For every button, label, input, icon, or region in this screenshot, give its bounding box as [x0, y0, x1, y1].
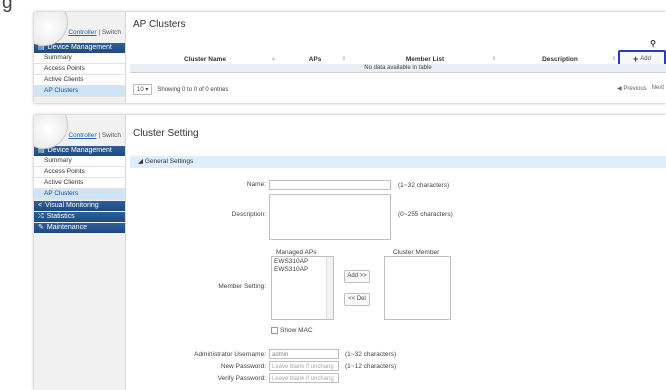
description-textarea[interactable]: [269, 194, 391, 240]
mode-separator: |: [98, 29, 101, 36]
col-aps[interactable]: APs ⇕: [280, 55, 350, 64]
managed-ap-item[interactable]: EWS310AP: [274, 266, 331, 274]
previous-page-link[interactable]: ◀ Previous: [617, 85, 647, 92]
page-title: AP Clusters: [133, 19, 186, 30]
controller-link[interactable]: Controller: [68, 132, 96, 139]
controller-link[interactable]: Controller: [68, 29, 96, 36]
ap-clusters-screenshot: Controller | Switch ▤ Device Management …: [34, 12, 666, 103]
col-label: APs: [308, 56, 322, 63]
sidebar-item-ap-clusters[interactable]: AP Clusters: [34, 189, 125, 200]
admin-username-label: Administrator Username:: [194, 351, 266, 358]
shuffle-icon: ⤮: [38, 213, 44, 220]
table-header: Cluster Name ▲ APs ⇕ Member List ⇕ Descript…: [130, 55, 666, 64]
section-label: Device Management: [47, 147, 112, 154]
mode-switch: Controller | Switch: [68, 132, 121, 139]
pagination-nav: ◀ Previous Next: [617, 85, 664, 92]
page-size-select[interactable]: 10 ▾: [133, 84, 153, 95]
new-password-label: New Password:: [220, 363, 266, 370]
sidebar-item-summary[interactable]: Summary: [34, 156, 125, 167]
empty-table-message: No data available in table: [130, 64, 666, 73]
managed-aps-list[interactable]: EWS310AP EWS310AP: [271, 256, 334, 320]
cluster-setting-screenshot: Controller | Switch ▤ Device Management …: [34, 115, 666, 390]
show-mac-checkbox[interactable]: Show MAC: [271, 327, 313, 334]
col-cluster-name[interactable]: Cluster Name ▲: [130, 55, 280, 64]
sidebar-section-maintenance[interactable]: ✎ Maintenance: [34, 223, 125, 233]
main-content: Cluster Setting ◢ General Settings Name:…: [126, 115, 666, 390]
wrench-icon: ✎: [38, 224, 44, 231]
managed-aps-heading: Managed APs: [276, 249, 317, 256]
logo: [34, 12, 68, 46]
admin-username-input[interactable]: admin: [269, 349, 339, 359]
sidebar-item-active-clients[interactable]: Active Clients: [34, 75, 125, 86]
clusters-table: Cluster Name ▲ APs ⇕ Member List ⇕ Descript…: [130, 55, 666, 73]
col-label: Description: [542, 56, 578, 63]
section-label: Visual Monitoring: [45, 202, 99, 209]
member-setting-label: Member Setting:: [218, 283, 266, 290]
sort-icon: ▲: [271, 56, 276, 62]
cluster-member-heading: Cluster Member: [393, 249, 440, 256]
switch-link[interactable]: Switch: [102, 29, 121, 36]
sort-icon: ⇕: [611, 56, 616, 62]
mode-separator: |: [98, 132, 101, 139]
sidebar-section-visual-monitoring[interactable]: < Visual Monitoring: [34, 201, 125, 211]
page-title: Cluster Setting: [133, 128, 199, 139]
switch-link[interactable]: Switch: [102, 132, 121, 139]
main-content: AP Clusters ⚲ + Add Cluster Name ▲ APs ⇕ M…: [126, 12, 666, 103]
name-label: Name:: [246, 181, 266, 188]
collapse-icon: ◢: [138, 158, 143, 165]
previous-label: Previous: [623, 86, 647, 92]
sidebar: Controller | Switch ▤ Device Management …: [34, 115, 126, 390]
verify-password-input[interactable]: Leave blank if unchang: [269, 373, 339, 383]
name-hint: (1~32 characters): [398, 182, 450, 189]
logo-area: Controller | Switch: [34, 12, 125, 46]
col-description[interactable]: Description ⇕: [500, 55, 620, 64]
section-label: Device Management: [47, 44, 112, 51]
sort-icon: ⇕: [341, 56, 346, 62]
section-title: General Settings: [144, 158, 194, 165]
sidebar: Controller | Switch ▤ Device Management …: [34, 12, 126, 103]
general-settings-section[interactable]: ◢ General Settings: [130, 156, 666, 168]
next-page-link[interactable]: Next: [652, 85, 664, 92]
pagination-info: 10 ▾ Showing 0 to 0 of 0 entries: [133, 84, 228, 95]
verify-password-label: Verify Password:: [217, 375, 266, 382]
name-input[interactable]: [269, 180, 391, 190]
cluster-member-list[interactable]: [384, 256, 451, 320]
section-label: Maintenance: [46, 224, 87, 231]
sidebar-item-access-points[interactable]: Access Points: [34, 167, 125, 178]
col-member-list[interactable]: Member List ⇕: [350, 55, 500, 64]
checkbox-box[interactable]: [271, 327, 278, 334]
del-member-button[interactable]: << Del: [344, 293, 370, 306]
sidebar-item-active-clients[interactable]: Active Clients: [34, 178, 125, 189]
search-icon[interactable]: ⚲: [650, 39, 656, 48]
managed-ap-item[interactable]: EWS310AP: [274, 258, 331, 266]
add-member-button[interactable]: Add >>: [344, 270, 370, 283]
logo-area: Controller | Switch: [34, 115, 125, 149]
top-fragment-text: g: [2, 0, 13, 13]
section-label: Statistics: [46, 213, 75, 220]
showing-entries-text: Showing 0 to 0 of 0 entries: [157, 86, 229, 93]
share-icon: <: [38, 202, 43, 209]
mode-switch: Controller | Switch: [68, 29, 121, 36]
page-size-value: 10: [137, 87, 144, 93]
new-password-input[interactable]: Leave blank if unchang: [269, 361, 339, 371]
sidebar-item-summary[interactable]: Summary: [34, 53, 125, 64]
sidebar-item-access-points[interactable]: Access Points: [34, 64, 125, 75]
description-label: Description:: [231, 211, 266, 218]
logo: [34, 115, 68, 149]
admin-username-hint: (1~32 characters): [345, 351, 397, 358]
description-hint: (0~255 characters): [398, 211, 453, 218]
col-label: Member List: [405, 56, 445, 63]
sort-icon: ⇕: [491, 56, 496, 62]
new-password-hint: (1~12 characters): [345, 363, 397, 370]
col-label: Cluster Name: [184, 56, 226, 63]
show-mac-label: Show MAC: [280, 327, 313, 334]
list-scrollbar[interactable]: [326, 257, 333, 319]
sidebar-item-ap-clusters[interactable]: AP Clusters: [34, 86, 125, 97]
sidebar-section-statistics[interactable]: ⤮ Statistics: [34, 212, 125, 222]
